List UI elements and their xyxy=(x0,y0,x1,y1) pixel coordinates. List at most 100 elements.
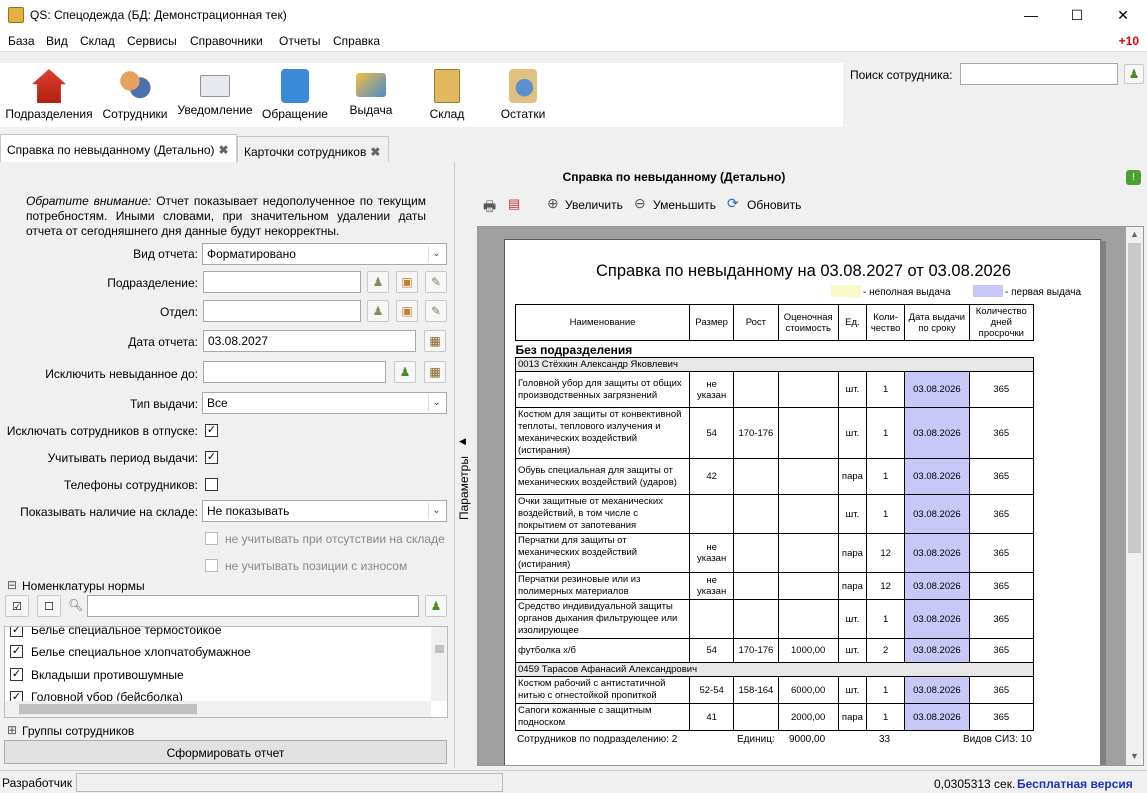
zoom-out-button[interactable]: Уменьшить xyxy=(653,198,716,212)
scroll-down-icon[interactable]: ▼ xyxy=(1130,751,1139,761)
free-version-link[interactable]: Бесплатная версия xyxy=(1017,777,1133,791)
notification-badge[interactable]: +10 xyxy=(1119,34,1139,48)
report-date-field[interactable]: 03.08.2027 xyxy=(203,330,416,352)
refresh-button[interactable]: Обновить xyxy=(747,198,801,212)
division-person-button[interactable]: ♟ xyxy=(367,271,389,293)
list-item[interactable]: Белье специальное хлопчатобумажное xyxy=(31,645,251,659)
list-vscrollbar[interactable] xyxy=(431,627,447,701)
scroll-thumb[interactable] xyxy=(1128,243,1141,553)
division-edit-button[interactable]: ✎ xyxy=(425,271,447,293)
stock-select[interactable]: Не показывать ⌄ xyxy=(202,500,447,522)
list-hscrollbar[interactable] xyxy=(5,701,431,717)
nomenclature-person-button[interactable]: ♟ xyxy=(425,595,447,617)
list-item[interactable]: Вкладыши противошумные xyxy=(31,668,184,682)
nomenclature-checkbox[interactable]: ✓ xyxy=(10,627,23,637)
expand-icon[interactable]: ⊞ xyxy=(7,723,17,737)
zoom-in-icon[interactable]: ⊕ xyxy=(547,195,559,212)
minimize-button[interactable]: — xyxy=(1008,0,1054,30)
list-item[interactable]: Белье специальное термостойкое xyxy=(31,627,222,637)
table-row: Очки защитные от механических воздействи… xyxy=(515,494,1035,534)
print-preview-icon[interactable]: ▤ xyxy=(508,196,520,212)
menu-reports[interactable]: Отчеты xyxy=(279,34,320,48)
department-field[interactable] xyxy=(203,300,361,322)
exclude-person-button[interactable]: ♟ xyxy=(394,361,416,383)
main-toolbar: Подразделения Сотрудники Уведомление Обр… xyxy=(0,63,843,127)
table-cell: Сапоги кожанные с защитным подноском xyxy=(515,703,690,731)
department-label: Отдел: xyxy=(159,305,198,319)
report-viewer[interactable]: Справка по невыданному на 03.08.2027 от … xyxy=(477,226,1144,766)
issue-type-select[interactable]: Все ⌄ xyxy=(202,392,447,414)
check-all-button[interactable]: ☑ xyxy=(5,595,29,617)
table-cell: 12 xyxy=(865,572,906,600)
close-button[interactable]: ✕ xyxy=(1100,0,1146,30)
notification-button[interactable]: Уведомление xyxy=(170,63,260,127)
report-type-select[interactable]: Форматировано ⌄ xyxy=(202,243,447,265)
table-cell: 1 xyxy=(865,599,906,639)
scroll-up-icon[interactable]: ▲ xyxy=(1130,229,1139,239)
table-cell: Перчатки для защиты от механических возд… xyxy=(515,533,690,573)
close-tab-icon[interactable]: ✖ xyxy=(219,143,229,157)
menu-warehouse[interactable]: Склад xyxy=(80,34,115,48)
menu-references[interactable]: Справочники xyxy=(190,34,263,48)
table-cell: 12 xyxy=(865,533,906,573)
menu-base[interactable]: База xyxy=(8,34,35,48)
generate-report-button[interactable]: Сформировать отчет xyxy=(4,740,447,764)
uncheck-all-button[interactable]: ☐ xyxy=(37,595,61,617)
report-date-label: Дата отчета: xyxy=(128,335,198,349)
table-cell xyxy=(733,533,779,573)
division-label: Подразделение: xyxy=(107,276,198,290)
remains-button[interactable]: Остатки xyxy=(478,63,568,127)
collapse-arrow-icon[interactable]: ◀ xyxy=(459,436,466,447)
nomenclature-filter-input[interactable] xyxy=(87,595,419,617)
employees-button[interactable]: Сотрудники xyxy=(90,63,180,127)
menu-view[interactable]: Вид xyxy=(46,34,68,48)
employee-search-input[interactable] xyxy=(960,63,1118,85)
table-cell: шт. xyxy=(837,599,868,639)
group-title: Без подразделения xyxy=(515,343,633,357)
status-field xyxy=(76,773,503,792)
period-checkbox[interactable]: ✓ xyxy=(205,451,218,464)
nomenclature-checkbox[interactable]: ✓ xyxy=(10,645,23,658)
menu-services[interactable]: Сервисы xyxy=(127,34,177,48)
col-header: Наименование xyxy=(515,304,690,341)
print-icon[interactable]: 🖶︎ xyxy=(483,196,496,220)
table-cell: 170-176 xyxy=(733,638,779,663)
refresh-icon[interactable]: ⟳ xyxy=(727,195,739,212)
report-vscrollbar[interactable]: ▲ ▼ xyxy=(1126,227,1143,765)
maximize-button[interactable]: ☐ xyxy=(1054,0,1100,30)
menu-help[interactable]: Справка xyxy=(333,34,380,48)
table-cell: Обувь специальная для защиты от механиче… xyxy=(515,458,690,495)
close-tab-icon[interactable]: ✖ xyxy=(370,145,380,159)
tab-employee-cards[interactable]: Карточки сотрудников ✖ xyxy=(237,136,389,162)
collapse-icon[interactable]: ⊟ xyxy=(7,578,17,592)
table-cell: пара xyxy=(837,533,868,573)
division-lock-button[interactable]: ▣ xyxy=(396,271,418,293)
vacation-checkbox[interactable]: ✓ xyxy=(205,424,218,437)
department-person-button[interactable]: ♟ xyxy=(367,300,389,322)
divisions-button[interactable]: Подразделения xyxy=(4,63,94,127)
department-edit-button[interactable]: ✎ xyxy=(425,300,447,322)
nomenclature-list[interactable]: ✓ Белье специальное термостойкое ✓ Белье… xyxy=(4,626,448,718)
status-time: 0,0305313 сек. xyxy=(934,777,1016,791)
info-icon[interactable]: ! xyxy=(1126,170,1141,185)
phones-checkbox[interactable] xyxy=(205,478,218,491)
table-cell: пара xyxy=(837,572,868,600)
search-person-button[interactable]: ♟ xyxy=(1124,64,1144,84)
window-title: QS: Спецодежда (БД: Демонстрационная тек… xyxy=(30,8,287,22)
table-cell xyxy=(733,371,779,408)
department-lock-button[interactable]: ▣ xyxy=(396,300,418,322)
table-row: Костюм рабочий с антистатичной нитью с о… xyxy=(515,676,1035,704)
zoom-out-icon[interactable]: ⊖ xyxy=(634,195,646,212)
nomenclature-checkbox[interactable]: ✓ xyxy=(10,668,23,681)
table-row: Обувь специальная для защиты от механиче… xyxy=(515,458,1035,495)
exclude-calendar-button[interactable]: ▦ xyxy=(424,361,446,383)
zoom-in-button[interactable]: Увеличить xyxy=(565,198,623,212)
division-field[interactable] xyxy=(203,271,361,293)
table-cell: 54 xyxy=(688,638,735,663)
no-stock-label: не учитывать при отсутствии на складе xyxy=(225,532,445,546)
exclude-date-field[interactable] xyxy=(203,361,386,383)
table-cell: 03.08.2026 xyxy=(904,458,970,495)
report-date-calendar-button[interactable]: ▦ xyxy=(424,330,446,352)
tab-report[interactable]: Справка по невыданному (Детально) ✖ xyxy=(0,134,237,162)
footer-units: Единиц: xyxy=(737,734,775,745)
